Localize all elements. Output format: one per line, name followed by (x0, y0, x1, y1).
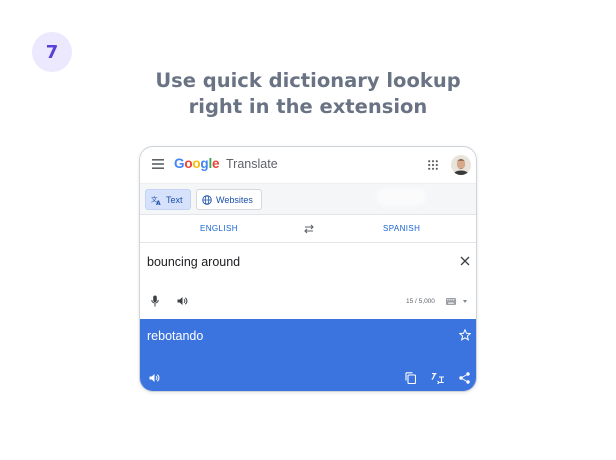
star-icon[interactable] (459, 329, 471, 341)
keyboard-dropdown-icon[interactable] (463, 300, 467, 303)
source-language-button[interactable]: ENGLISH (200, 224, 238, 233)
translation-result-text: rebotando (147, 329, 204, 343)
hamburger-menu-icon[interactable] (152, 159, 164, 169)
keyboard-icon[interactable] (446, 298, 456, 305)
product-name: Translate (226, 157, 278, 171)
app-header: Google Translate (140, 147, 476, 183)
translate-extension-panel: Google Translate 文 A Text Websites ENGLI… (139, 146, 477, 392)
target-language-button[interactable]: SPANISH (383, 224, 420, 233)
websites-mode-label: Websites (216, 194, 253, 205)
logo-letter: o (192, 156, 201, 171)
logo-letter: G (174, 156, 185, 171)
page-headline: Use quick dictionary lookup right in the… (0, 68, 616, 120)
globe-icon (202, 194, 212, 205)
translation-result-area: rebotando (140, 319, 476, 391)
language-bar: ENGLISH SPANISH (140, 215, 476, 243)
mode-toolbar: 文 A Text Websites (140, 183, 476, 215)
step-number-badge: 7 (32, 32, 72, 72)
clear-icon[interactable] (460, 256, 470, 266)
svg-text:A: A (156, 200, 161, 205)
headline-line-1: Use quick dictionary lookup (155, 69, 461, 92)
character-count: 15 / 5,000 (406, 298, 435, 305)
source-input-text[interactable]: bouncing around (147, 255, 240, 269)
avatar[interactable] (451, 155, 471, 175)
logo-letter: g (200, 156, 209, 171)
apps-grid-icon[interactable] (428, 160, 438, 170)
share-icon[interactable] (459, 372, 470, 384)
result-speaker-icon[interactable] (149, 373, 160, 383)
step-number: 7 (45, 41, 59, 63)
feedback-icon[interactable] (431, 372, 445, 384)
speaker-icon[interactable] (177, 296, 188, 306)
mic-icon[interactable] (151, 295, 159, 307)
translate-text-icon: 文 A (151, 195, 161, 205)
source-text-area[interactable]: bouncing around (140, 243, 476, 319)
websites-mode-tab[interactable]: Websites (196, 189, 262, 210)
logo-letter: o (184, 156, 193, 171)
swap-languages-icon[interactable] (303, 223, 315, 235)
google-logo: Google (174, 156, 220, 171)
headline-line-2: right in the extension (188, 95, 428, 118)
text-mode-label: Text (166, 194, 183, 205)
blurred-region (376, 188, 426, 206)
text-mode-tab[interactable]: 文 A Text (145, 189, 191, 210)
copy-icon[interactable] (405, 372, 416, 384)
logo-letter: e (212, 156, 220, 171)
